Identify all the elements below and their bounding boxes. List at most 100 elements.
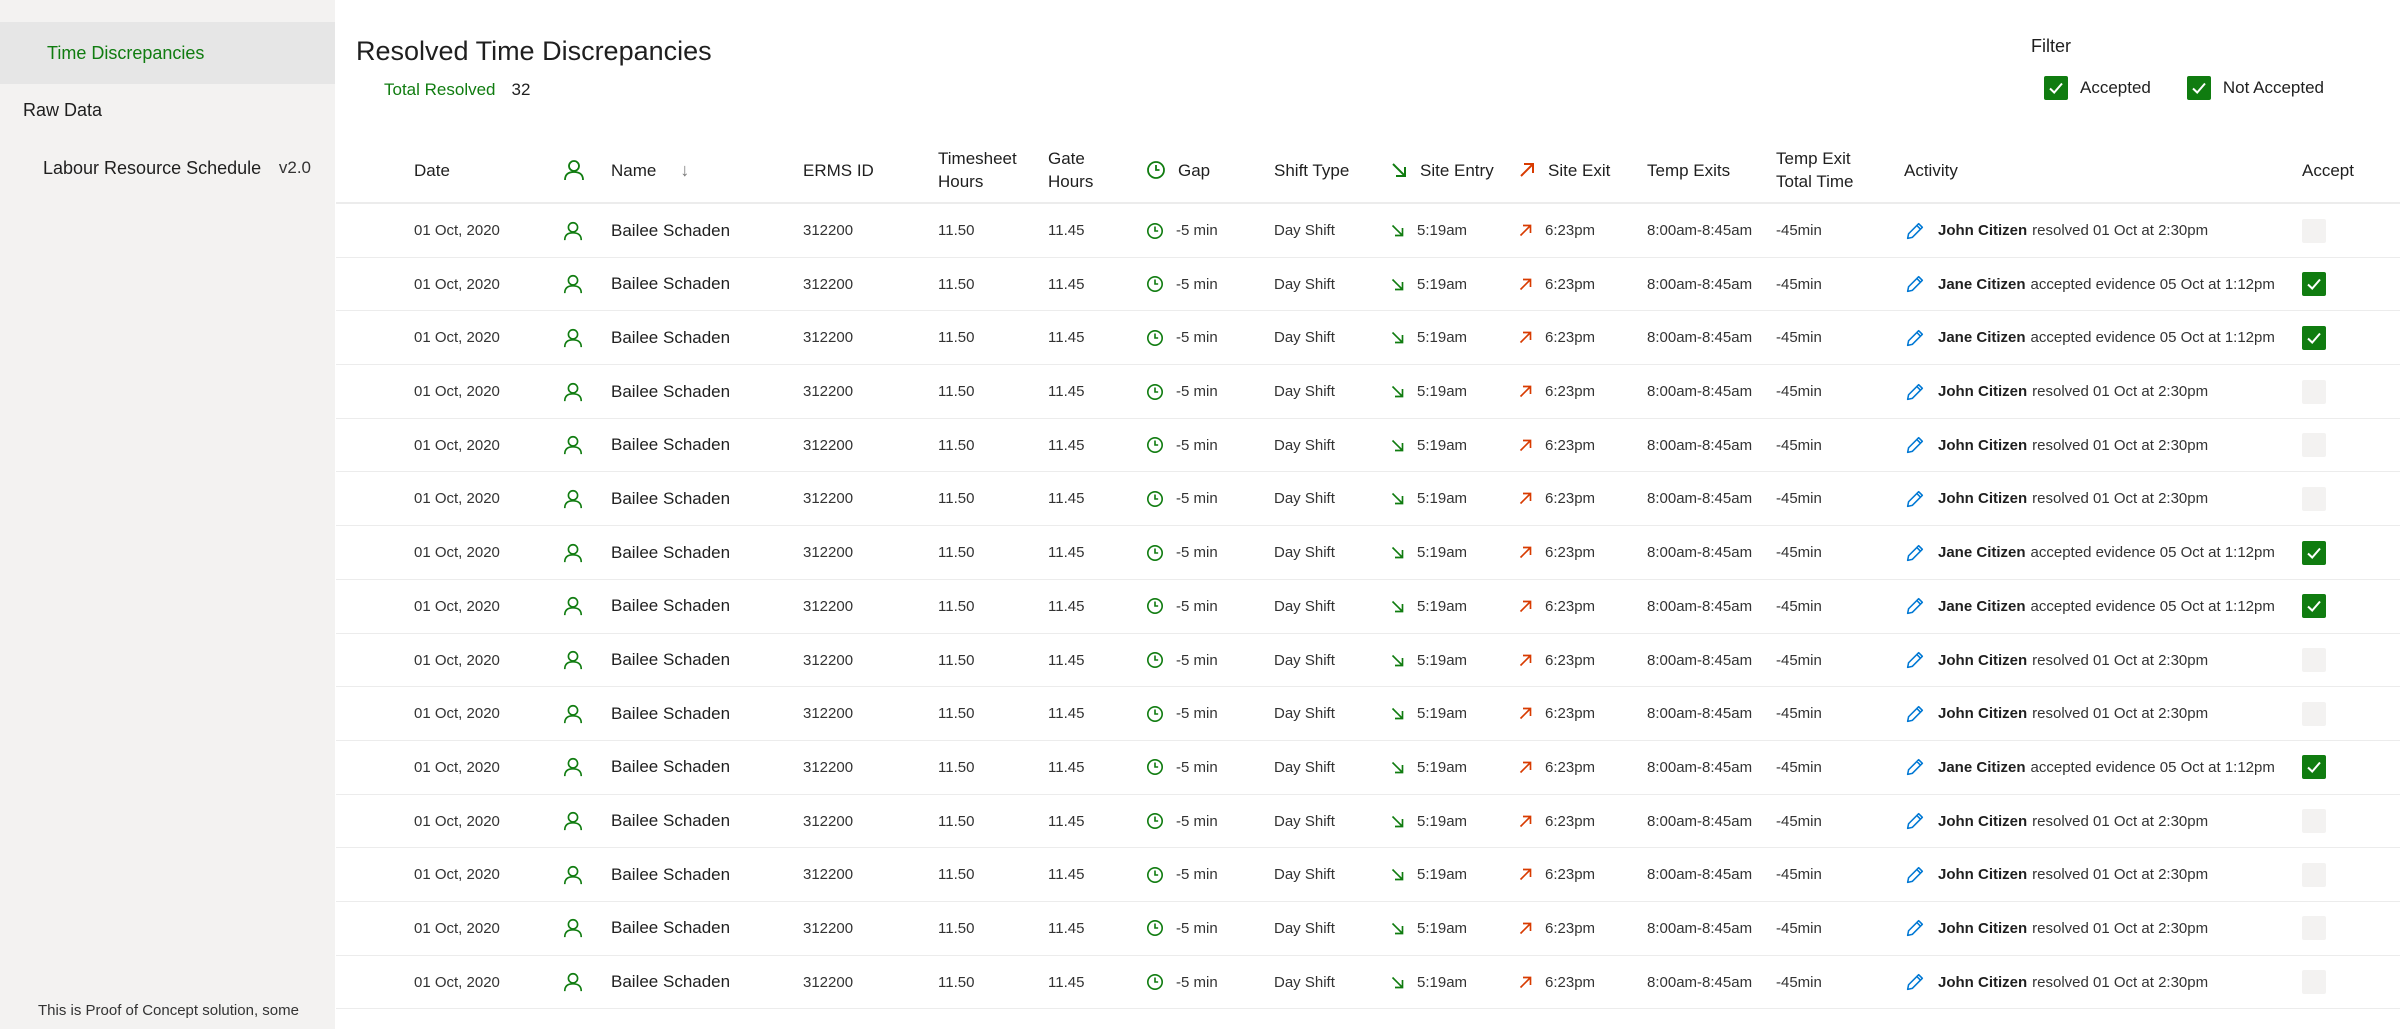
- column-header-gap[interactable]: Gap: [1146, 138, 1210, 202]
- activity-cell: John Citizen resolved 01 Oct at 2:30pm: [1904, 472, 2208, 525]
- table-row[interactable]: 01 Oct, 2020 Bailee Schaden 312200 11.50…: [336, 204, 2400, 258]
- site-exit-value: 6:23pm: [1545, 651, 1596, 669]
- accept-checkbox[interactable]: [2302, 272, 2326, 297]
- table-row[interactable]: 01 Oct, 2020 Bailee Schaden 312200 11.50…: [336, 258, 2400, 312]
- column-header-temp-exit-total-time[interactable]: Temp Exit Total Time: [1776, 138, 1853, 202]
- table-row[interactable]: 01 Oct, 2020 Bailee Schaden 312200 11.50…: [336, 472, 2400, 527]
- table-row[interactable]: 01 Oct, 2020 Bailee Schaden 312200 11.50…: [336, 795, 2400, 849]
- name-cell[interactable]: Bailee Schaden: [611, 902, 730, 955]
- pencil-icon[interactable]: [1904, 649, 1926, 671]
- pencil-icon[interactable]: [1904, 917, 1926, 939]
- name-cell[interactable]: Bailee Schaden: [611, 419, 730, 472]
- clock-icon: [1146, 329, 1164, 347]
- accept-checkbox[interactable]: [2302, 970, 2326, 995]
- filter-accepted[interactable]: Accepted: [2044, 76, 2151, 100]
- person-icon: [562, 848, 584, 901]
- name-cell[interactable]: Bailee Schaden: [611, 365, 730, 418]
- column-header-timesheet-hours[interactable]: Timesheet Hours: [938, 138, 1017, 202]
- table-row[interactable]: 01 Oct, 2020 Bailee Schaden 312200 11.50…: [336, 311, 2400, 366]
- pencil-icon[interactable]: [1904, 542, 1926, 564]
- column-header-label: Activity: [1904, 160, 1958, 180]
- name-cell[interactable]: Bailee Schaden: [611, 687, 730, 740]
- table-row[interactable]: 01 Oct, 2020 Bailee Schaden 312200 11.50…: [336, 634, 2400, 688]
- clock-icon: [1146, 544, 1164, 562]
- pencil-icon[interactable]: [1904, 864, 1926, 886]
- name-cell[interactable]: Bailee Schaden: [611, 311, 730, 364]
- accept-checkbox[interactable]: [2302, 648, 2326, 672]
- name-cell[interactable]: Bailee Schaden: [611, 795, 730, 848]
- filter-not-accepted[interactable]: Not Accepted: [2186, 76, 2324, 100]
- column-header-gate-hours[interactable]: Gate Hours: [1048, 138, 1093, 202]
- filter-accepted-checkbox[interactable]: [2044, 76, 2068, 100]
- activity-actor: John Citizen: [1938, 919, 2028, 937]
- pencil-icon[interactable]: [1904, 756, 1926, 778]
- column-header-accept[interactable]: Accept: [2302, 138, 2354, 202]
- column-header-temp-exits[interactable]: Temp Exits: [1647, 138, 1730, 202]
- column-header-name[interactable]: Name ↓: [611, 138, 689, 202]
- accept-checkbox[interactable]: [2302, 486, 2326, 511]
- accept-checkbox[interactable]: [2302, 218, 2326, 243]
- accept-checkbox[interactable]: [2302, 809, 2326, 834]
- accept-checkbox[interactable]: [2302, 701, 2326, 726]
- sidebar-item-labour-resource-schedule[interactable]: Labour Resource Schedule v2.0: [0, 142, 335, 194]
- pencil-icon[interactable]: [1904, 273, 1926, 295]
- filter-not-accepted-checkbox[interactable]: [2186, 76, 2211, 100]
- accept-checkbox[interactable]: [2302, 325, 2326, 350]
- pencil-icon[interactable]: [1904, 488, 1926, 510]
- name-cell[interactable]: Bailee Schaden: [611, 741, 730, 794]
- column-header-activity[interactable]: Activity: [1904, 138, 1958, 202]
- pencil-icon[interactable]: [1904, 810, 1926, 832]
- table-row[interactable]: 01 Oct, 2020 Bailee Schaden 312200 11.50…: [336, 580, 2400, 634]
- name-cell[interactable]: Bailee Schaden: [611, 580, 730, 633]
- column-header-shift-type[interactable]: Shift Type: [1274, 138, 1349, 202]
- pencil-icon[interactable]: [1904, 434, 1926, 456]
- sidebar-item-time-discrepancies[interactable]: Time Discrepancies: [0, 22, 335, 84]
- accept-checkbox[interactable]: [2302, 379, 2326, 404]
- name-cell[interactable]: Bailee Schaden: [611, 634, 730, 687]
- sidebar-item-raw-data[interactable]: Raw Data: [0, 84, 335, 136]
- accept-checkbox[interactable]: [2302, 916, 2326, 941]
- table-row[interactable]: 01 Oct, 2020 Bailee Schaden 312200 11.50…: [336, 526, 2400, 580]
- activity-text: resolved 01 Oct at 2:30pm: [2032, 222, 2209, 239]
- column-header-site-exit[interactable]: Site Exit: [1518, 138, 1610, 202]
- pencil-icon[interactable]: [1904, 381, 1926, 403]
- pencil-icon[interactable]: [1904, 327, 1926, 349]
- sort-down-icon[interactable]: ↓: [680, 159, 689, 182]
- gap-value: -5 min: [1176, 383, 1218, 401]
- name-cell[interactable]: Bailee Schaden: [611, 848, 730, 901]
- site-exit-value: 6:23pm: [1545, 597, 1596, 615]
- activity-cell: John Citizen resolved 01 Oct at 2:30pm: [1904, 419, 2208, 472]
- accept-checkbox[interactable]: [2302, 540, 2326, 565]
- timesheet-hours-cell: 11.50: [938, 812, 975, 830]
- arrow-up-right-icon: [1518, 706, 1533, 721]
- column-header-erms-id[interactable]: ERMS ID: [803, 138, 874, 202]
- table-row[interactable]: 01 Oct, 2020 Bailee Schaden 312200 11.50…: [336, 956, 2400, 1010]
- pencil-icon[interactable]: [1904, 220, 1926, 242]
- table-row[interactable]: 01 Oct, 2020 Bailee Schaden 312200 11.50…: [336, 419, 2400, 473]
- table-row[interactable]: 01 Oct, 2020 Bailee Schaden 312200 11.50…: [336, 902, 2400, 956]
- pencil-icon[interactable]: [1904, 971, 1926, 993]
- pencil-icon[interactable]: [1904, 703, 1926, 725]
- accept-checkbox[interactable]: [2302, 433, 2326, 458]
- column-header-date[interactable]: Date: [414, 138, 450, 202]
- temp-exits-cell: 8:00am-8:45am: [1647, 436, 1753, 454]
- date-cell: 01 Oct, 2020: [414, 812, 500, 830]
- person-icon: [562, 687, 584, 740]
- temp-exits-cell: 8:00am-8:45am: [1647, 222, 1753, 239]
- name-cell[interactable]: Bailee Schaden: [611, 258, 730, 311]
- table-row[interactable]: 01 Oct, 2020 Bailee Schaden 312200 11.50…: [336, 365, 2400, 419]
- gap-cell: -5 min: [1146, 419, 1218, 472]
- name-cell[interactable]: Bailee Schaden: [611, 472, 730, 525]
- table-row[interactable]: 01 Oct, 2020 Bailee Schaden 312200 11.50…: [336, 687, 2400, 741]
- table-row[interactable]: 01 Oct, 2020 Bailee Schaden 312200 11.50…: [336, 848, 2400, 902]
- name-cell[interactable]: Bailee Schaden: [611, 526, 730, 579]
- accept-checkbox[interactable]: [2302, 594, 2326, 619]
- name-cell[interactable]: Bailee Schaden: [611, 204, 730, 257]
- pencil-icon[interactable]: [1904, 595, 1926, 617]
- accept-checkbox[interactable]: [2302, 862, 2326, 887]
- name-cell[interactable]: Bailee Schaden: [611, 956, 730, 1009]
- table-row[interactable]: 01 Oct, 2020 Bailee Schaden 312200 11.50…: [336, 741, 2400, 795]
- date-cell: 01 Oct, 2020: [414, 222, 500, 239]
- column-header-site-entry[interactable]: Site Entry: [1390, 138, 1494, 202]
- accept-checkbox[interactable]: [2302, 755, 2326, 780]
